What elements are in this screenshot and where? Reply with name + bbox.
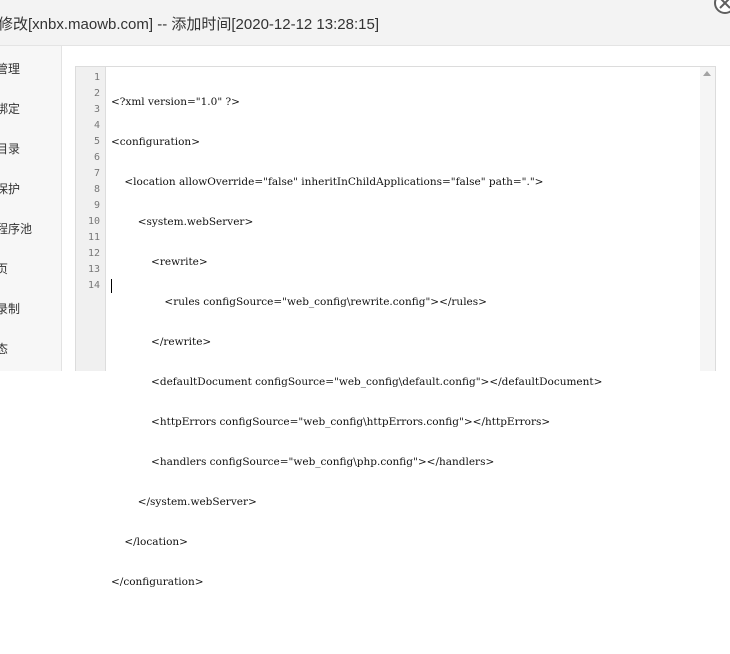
sidebar-item-app-pool[interactable]: 程序池 xyxy=(0,220,32,237)
code-line: <handlers configSource="web_config\php.c… xyxy=(111,456,495,468)
sidebar-item-record[interactable]: 录制 xyxy=(0,300,20,317)
line-number: 6 xyxy=(93,152,100,163)
sidebar-item-status[interactable]: 态 xyxy=(0,340,8,357)
line-number: 14 xyxy=(87,280,100,291)
close-icon xyxy=(719,0,730,9)
dialog-titlebar: 修改[xnbx.maowb.com] -- 添加时间[2020-12-12 13… xyxy=(0,0,730,46)
scroll-up-arrow-icon[interactable] xyxy=(703,71,711,76)
line-number: 7 xyxy=(93,168,100,179)
code-line: <location allowOverride="false" inheritI… xyxy=(111,176,544,188)
code-line: <system.webServer> xyxy=(111,216,254,228)
sidebar-item-directory[interactable]: 目录 xyxy=(0,140,20,157)
code-line: <defaultDocument configSource="web_confi… xyxy=(111,376,603,388)
sidebar-item-manage[interactable]: 管理 xyxy=(0,60,20,77)
sidebar-item-binding[interactable]: 绑定 xyxy=(0,100,20,117)
line-number: 1 xyxy=(93,72,100,83)
line-number-gutter: 1 2 3 4 5 6 7 8 9 10 11 12 13 14 xyxy=(76,67,106,371)
code-line: <httpErrors configSource="web_config\htt… xyxy=(111,416,551,428)
line-number: 8 xyxy=(93,184,100,195)
line-number: 3 xyxy=(93,104,100,115)
line-number: 12 xyxy=(87,248,100,259)
line-number: 2 xyxy=(93,88,100,99)
text-cursor xyxy=(111,279,112,293)
vertical-scrollbar[interactable] xyxy=(700,67,715,371)
code-line: </system.webServer> xyxy=(111,496,257,508)
code-line: <rules configSource="web_config\rewrite.… xyxy=(111,296,487,308)
code-line: <rewrite> xyxy=(111,256,208,268)
line-number: 4 xyxy=(93,120,100,131)
config-editor[interactable]: 1 2 3 4 5 6 7 8 9 10 11 12 13 14 <?xml v… xyxy=(75,66,716,588)
code-area[interactable]: <?xml version="1.0" ?> <configuration> <… xyxy=(111,70,602,654)
code-line: <?xml version="1.0" ?> xyxy=(111,96,240,108)
line-number: 9 xyxy=(93,200,100,211)
line-number: 11 xyxy=(87,232,100,243)
line-number: 10 xyxy=(87,216,100,227)
code-line: </configuration> xyxy=(111,576,204,588)
settings-sidebar: 管理 绑定 目录 保护 程序池 页 录制 态 xyxy=(0,46,62,371)
line-number: 13 xyxy=(87,264,100,275)
code-line: <configuration> xyxy=(111,136,200,148)
line-number: 5 xyxy=(93,136,100,147)
code-line: </location> xyxy=(111,536,188,548)
code-line: </rewrite> xyxy=(111,336,212,348)
sidebar-item-protection[interactable]: 保护 xyxy=(0,180,20,197)
sidebar-item-page[interactable]: 页 xyxy=(0,260,8,277)
dialog-title: 修改[xnbx.maowb.com] -- 添加时间[2020-12-12 13… xyxy=(0,16,379,33)
